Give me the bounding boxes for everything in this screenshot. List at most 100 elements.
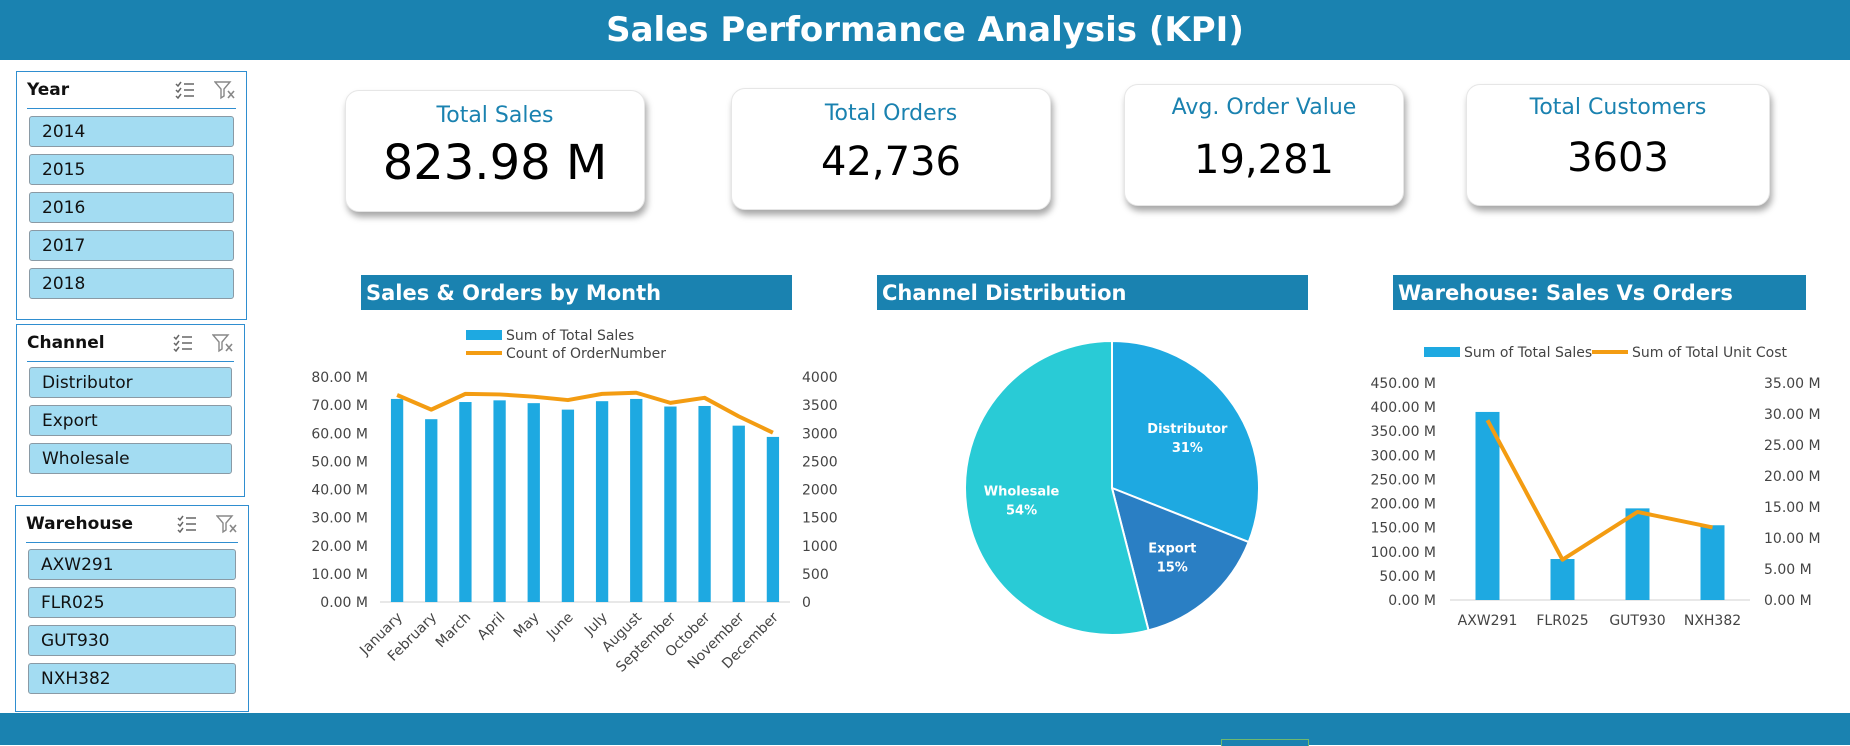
warehouse-bar bbox=[1700, 525, 1725, 600]
monthly-y-left-tick: 40.00 M bbox=[311, 483, 368, 499]
monthly-bar bbox=[493, 400, 506, 602]
monthly-y-right-tick: 1000 bbox=[802, 539, 838, 555]
warehouse-y-left-tick: 250.00 M bbox=[1370, 472, 1436, 488]
total-orders-label: Total Orders bbox=[824, 101, 958, 126]
warehouse-line-series bbox=[1485, 419, 1713, 562]
monthly-y-right-tick: 1500 bbox=[802, 511, 838, 527]
monthly-bar bbox=[732, 425, 745, 602]
warehouse-bar bbox=[1475, 411, 1500, 600]
monthly-bar bbox=[561, 409, 575, 602]
warehouse-y-right-tick: 35.00 M bbox=[1764, 376, 1821, 392]
channel-item-distributor[interactable]: Distributor bbox=[29, 367, 232, 398]
warehouse-legend-bar-swatch bbox=[1424, 347, 1460, 357]
channel-item-export[interactable]: Export bbox=[29, 405, 232, 436]
monthly-y-right-tick: 3500 bbox=[802, 398, 838, 414]
channel-distribution-chart: Distributor 31% Export 15% Wholesale 54% bbox=[964, 339, 1260, 636]
monthly-y-left-tick: 10.00 M bbox=[311, 567, 368, 583]
monthly-bar bbox=[527, 403, 540, 602]
warehouse-y-right-tick: 30.00 M bbox=[1764, 407, 1821, 423]
channel-item-wholesale[interactable]: Wholesale bbox=[29, 443, 232, 474]
warehouse-x-tick: FLR025 bbox=[1536, 613, 1588, 629]
warehouse-legend-label: Sum of Total Sales bbox=[1464, 345, 1592, 361]
dashboard-header: Sales Performance Analysis (KPI) bbox=[0, 0, 1850, 60]
monthly-bar bbox=[459, 402, 472, 602]
avg-order-value-label: Avg. Order Value bbox=[1171, 95, 1357, 120]
year-item-2017[interactable]: 2017 bbox=[29, 230, 234, 261]
monthly-bar bbox=[664, 406, 677, 602]
monthly-x-tick: May bbox=[511, 610, 543, 642]
pie-label-percent: 15% bbox=[1157, 560, 1188, 575]
warehouse-legend-label: Sum of Total Unit Cost bbox=[1632, 345, 1788, 361]
clear-filter-icon[interactable] bbox=[212, 332, 234, 354]
monthly-y-right-tick: 0 bbox=[802, 595, 811, 611]
monthly-bar bbox=[390, 398, 404, 602]
total-customers-label: Total Customers bbox=[1529, 95, 1707, 120]
monthly-chart-title-text: Sales & Orders by Month bbox=[366, 280, 662, 305]
monthly-y-right-tick: 500 bbox=[802, 567, 829, 583]
warehouse-slicer-header: Warehouse bbox=[26, 506, 238, 543]
monthly-bar bbox=[698, 405, 711, 602]
clear-filter-icon[interactable] bbox=[216, 513, 238, 535]
channel-chart-title-text: Channel Distribution bbox=[882, 280, 1127, 305]
monthly-y-right-tick: 4000 bbox=[802, 370, 838, 386]
total-orders-card: Total Orders 42,736 bbox=[731, 88, 1051, 210]
warehouse-item-gut930[interactable]: GUT930 bbox=[28, 625, 236, 656]
warehouse-y-left-tick: 0.00 M bbox=[1388, 593, 1436, 609]
monthly-x-tick: July bbox=[581, 610, 611, 640]
year-slicer-header: Year bbox=[27, 72, 236, 109]
monthly-legend-label: Sum of Total Sales bbox=[506, 328, 634, 344]
pie-label-percent: 31% bbox=[1172, 441, 1203, 456]
multi-select-icon[interactable] bbox=[174, 79, 196, 101]
total-customers-value: 3603 bbox=[1567, 135, 1669, 181]
monthly-chart-title: Sales & Orders by Month bbox=[361, 275, 792, 310]
warehouse-y-left-tick: 300.00 M bbox=[1370, 448, 1436, 464]
monthly-y-left-tick: 80.00 M bbox=[311, 370, 368, 386]
warehouse-y-left-tick: 350.00 M bbox=[1370, 424, 1436, 440]
total-sales-value: 823.98 M bbox=[382, 135, 608, 191]
warehouse-y-right-tick: 25.00 M bbox=[1764, 438, 1821, 454]
avg-order-value-card: Avg. Order Value 19,281 bbox=[1124, 84, 1404, 206]
channel-chart-title: Channel Distribution bbox=[877, 275, 1308, 310]
warehouse-bar bbox=[1625, 508, 1650, 600]
pie-label-name: Distributor bbox=[1147, 422, 1228, 437]
monthly-y-right-tick: 3000 bbox=[802, 426, 838, 442]
multi-select-icon[interactable] bbox=[172, 332, 194, 354]
warehouse-bar bbox=[1550, 559, 1575, 600]
warehouse-y-right-tick: 5.00 M bbox=[1764, 562, 1812, 578]
year-slicer: Year 2014 2015 2016 2017 2018 bbox=[16, 71, 247, 320]
monthly-bar bbox=[595, 401, 609, 602]
year-item-2014[interactable]: 2014 bbox=[29, 116, 234, 147]
warehouse-x-tick: AXW291 bbox=[1458, 613, 1518, 629]
pie-label-name: Wholesale bbox=[984, 484, 1060, 499]
warehouse-slicer: Warehouse AXW291 FLR025 GUT930 NXH382 bbox=[15, 505, 249, 712]
multi-select-icon[interactable] bbox=[176, 513, 198, 535]
year-item-2015[interactable]: 2015 bbox=[29, 154, 234, 185]
warehouse-item-flr025[interactable]: FLR025 bbox=[28, 587, 236, 618]
monthly-x-tick: March bbox=[433, 610, 474, 651]
total-sales-card: Total Sales 823.98 M bbox=[345, 90, 645, 212]
warehouse-item-nxh382[interactable]: NXH382 bbox=[28, 663, 236, 694]
monthly-bar bbox=[630, 398, 643, 602]
monthly-bar bbox=[425, 419, 438, 602]
warehouse-slicer-title: Warehouse bbox=[26, 514, 134, 534]
channel-slicer-header: Channel bbox=[27, 325, 234, 362]
clear-filter-icon[interactable] bbox=[214, 79, 236, 101]
warehouse-chart-title: Warehouse: Sales Vs Orders bbox=[1393, 275, 1806, 310]
warehouse-y-left-tick: 400.00 M bbox=[1370, 400, 1436, 416]
warehouse-y-right-tick: 10.00 M bbox=[1764, 531, 1821, 547]
year-item-2016[interactable]: 2016 bbox=[29, 192, 234, 223]
channel-slicer: Channel Distributor Export Wholesale bbox=[16, 324, 245, 497]
warehouse-y-left-tick: 100.00 M bbox=[1370, 545, 1436, 561]
warehouse-y-right-tick: 0.00 M bbox=[1764, 593, 1812, 609]
monthly-x-tick: June bbox=[543, 610, 577, 644]
warehouse-item-axw291[interactable]: AXW291 bbox=[28, 549, 236, 580]
monthly-legend-label: Count of OrderNumber bbox=[506, 346, 666, 362]
monthly-bar bbox=[766, 436, 780, 602]
year-slicer-title: Year bbox=[27, 80, 70, 100]
monthly-y-right-tick: 2500 bbox=[802, 454, 838, 470]
year-item-2018[interactable]: 2018 bbox=[29, 268, 234, 299]
warehouse-x-tick: NXH382 bbox=[1684, 613, 1741, 629]
pie-label-name: Export bbox=[1148, 541, 1196, 556]
monthly-y-left-tick: 60.00 M bbox=[311, 426, 368, 442]
warehouse-sales-orders-chart: 0.00 M 50.00 M 100.00 M 150.00 M 200.00 M 250… bbox=[1370, 345, 1821, 629]
